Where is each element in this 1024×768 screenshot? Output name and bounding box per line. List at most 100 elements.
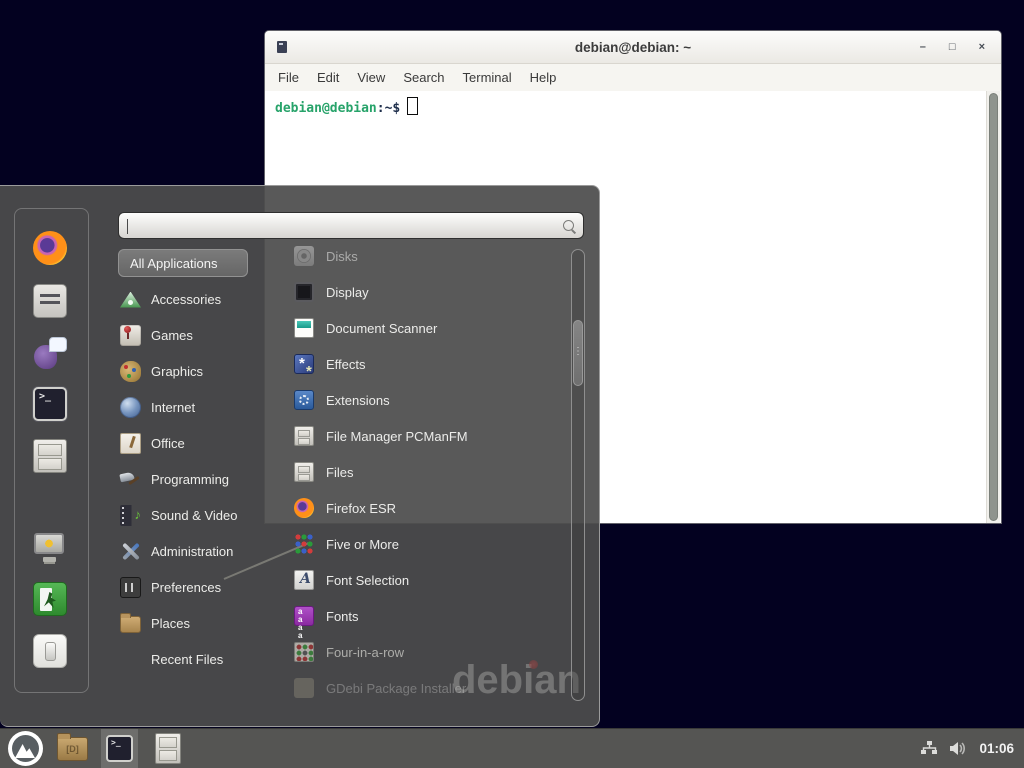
app-label: Firefox ESR — [326, 501, 396, 516]
category-label: Preferences — [151, 580, 221, 595]
category-label: Accessories — [151, 292, 221, 307]
search-icon[interactable] — [563, 220, 574, 231]
category-places[interactable]: Places — [112, 605, 264, 641]
app-five-or-more[interactable]: Five or More — [264, 526, 564, 562]
app-document-scanner[interactable]: Document Scanner — [264, 310, 564, 346]
favorite-settings[interactable] — [33, 284, 67, 318]
apps-scrollbar-thumb[interactable] — [573, 320, 583, 386]
disks-icon — [294, 246, 314, 266]
app-extensions[interactable]: Extensions — [264, 382, 564, 418]
app-fonts[interactable]: Fonts — [264, 598, 564, 634]
office-icon — [120, 433, 141, 454]
app-firefox-esr[interactable]: Firefox ESR — [264, 490, 564, 526]
app-label: Font Selection — [326, 573, 409, 588]
terminal-scrollbar[interactable] — [986, 91, 1000, 523]
network-icon[interactable] — [921, 741, 938, 756]
text-caret — [127, 219, 128, 234]
document-scanner-icon — [294, 318, 314, 338]
category-label[interactable]: All Applications — [118, 249, 248, 277]
category-preferences[interactable]: Preferences — [112, 569, 264, 605]
taskbar-files-launcher[interactable] — [155, 733, 181, 764]
app-gdebi-package-installer[interactable]: GDebi Package Installer — [264, 670, 564, 706]
app-label: GDebi Package Installer — [326, 681, 466, 696]
search-input[interactable] — [131, 214, 557, 237]
desktop: debian@debian: ~ – □ × File Edit View Se… — [0, 0, 1024, 768]
app-file-manager-pcmanfm[interactable]: File Manager PCManFM — [264, 418, 564, 454]
places-icon — [120, 616, 141, 633]
category-all-applications[interactable]: All Applications — [112, 245, 264, 281]
app-display[interactable]: Display — [264, 274, 564, 310]
favorite-terminal[interactable] — [33, 387, 67, 421]
favorite-lock-screen[interactable] — [33, 531, 67, 565]
category-recent-files[interactable]: Recent Files — [112, 641, 264, 677]
app-label: Effects — [326, 357, 366, 372]
category-administration[interactable]: Administration — [112, 533, 264, 569]
font-selection-icon — [294, 570, 314, 590]
games-icon — [120, 325, 141, 346]
clock[interactable]: 01:06 — [979, 741, 1014, 756]
favorite-shutdown[interactable] — [33, 634, 67, 668]
category-games[interactable]: Games — [112, 317, 264, 353]
apps-scrollbar[interactable] — [571, 249, 585, 701]
category-label: Recent Files — [151, 652, 223, 667]
gdebi-icon — [294, 678, 314, 698]
window-title: debian@debian: ~ — [265, 40, 1001, 55]
system-tray: 01:06 — [921, 741, 1024, 756]
terminal-titlebar[interactable]: debian@debian: ~ – □ × — [265, 31, 1001, 64]
taskbar-file-manager-launcher[interactable] — [57, 737, 88, 761]
maximize-button[interactable]: □ — [949, 42, 956, 53]
taskbar-terminal-launcher[interactable] — [101, 729, 138, 768]
favorite-pidgin[interactable] — [33, 336, 67, 370]
volume-icon[interactable] — [949, 741, 968, 756]
graphics-icon — [120, 361, 141, 382]
favorite-files[interactable] — [33, 439, 67, 473]
favorite-firefox[interactable] — [33, 231, 67, 265]
sound-video-icon — [120, 505, 141, 526]
menu-edit[interactable]: Edit — [308, 70, 348, 85]
app-label: Extensions — [326, 393, 390, 408]
application-list: Disks Display Document Scanner Effects E… — [264, 238, 564, 706]
spacer — [120, 649, 141, 670]
app-label: File Manager PCManFM — [326, 429, 468, 444]
app-font-selection[interactable]: Font Selection — [264, 562, 564, 598]
app-label: Disks — [326, 249, 358, 264]
category-sound-video[interactable]: Sound & Video — [112, 497, 264, 533]
category-label: Games — [151, 328, 193, 343]
administration-icon — [120, 541, 141, 562]
application-menu: debian All Applications Accessories — [0, 185, 600, 727]
search-box[interactable] — [118, 212, 584, 239]
category-office[interactable]: Office — [112, 425, 264, 461]
terminal-cursor — [407, 97, 418, 115]
app-label: Four-in-a-row — [326, 645, 404, 660]
category-programming[interactable]: Programming — [112, 461, 264, 497]
taskbar: 01:06 — [0, 728, 1024, 768]
minimize-button[interactable]: – — [920, 42, 926, 53]
category-label: Administration — [151, 544, 233, 559]
category-label: Sound & Video — [151, 508, 238, 523]
app-disks[interactable]: Disks — [264, 238, 564, 274]
category-graphics[interactable]: Graphics — [112, 353, 264, 389]
extensions-icon — [294, 390, 314, 410]
favorite-logout[interactable] — [33, 582, 67, 616]
app-files[interactable]: Files — [264, 454, 564, 490]
fonts-icon — [294, 606, 314, 626]
menu-search[interactable]: Search — [394, 70, 453, 85]
menu-terminal[interactable]: Terminal — [454, 70, 521, 85]
app-four-in-a-row[interactable]: Four-in-a-row — [264, 634, 564, 670]
category-label: Programming — [151, 472, 229, 487]
prompt-path: :~$ — [377, 101, 400, 116]
app-label: Files — [326, 465, 353, 480]
category-accessories[interactable]: Accessories — [112, 281, 264, 317]
menu-view[interactable]: View — [348, 70, 394, 85]
five-or-more-icon — [294, 534, 314, 554]
category-label: Graphics — [151, 364, 203, 379]
effects-icon — [294, 354, 314, 374]
terminal-icon — [106, 735, 133, 762]
category-internet[interactable]: Internet — [112, 389, 264, 425]
menu-help[interactable]: Help — [521, 70, 566, 85]
terminal-scrollbar-thumb[interactable] — [989, 93, 998, 521]
close-button[interactable]: × — [979, 42, 985, 53]
app-effects[interactable]: Effects — [264, 346, 564, 382]
menu-button[interactable] — [8, 731, 43, 766]
menu-file[interactable]: File — [269, 70, 308, 85]
